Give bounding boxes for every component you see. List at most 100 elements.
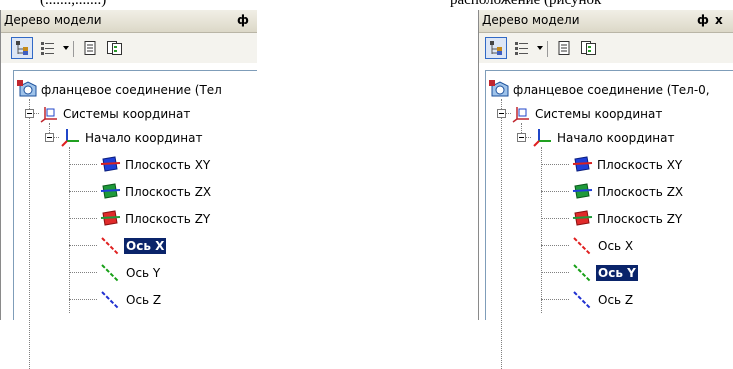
origin-icon <box>61 129 79 147</box>
tree-toolbar <box>1 33 257 63</box>
document-icon <box>84 41 96 55</box>
collapse-icon[interactable] <box>517 133 526 142</box>
tree-filter-button[interactable] <box>37 37 59 59</box>
model-tree: фланцевое соединение (Тел-0, Системы коо… <box>485 70 733 369</box>
tree-line <box>29 99 30 369</box>
plane-xy-icon <box>572 156 593 172</box>
document-list-icon <box>107 41 122 55</box>
pin-icon[interactable]: ф <box>237 13 249 27</box>
tree-node-plane-zy[interactable]: Плоскость ZY <box>571 208 726 230</box>
coordinate-system-icon <box>40 107 57 123</box>
panel-header: Дерево модели ф <box>1 10 257 33</box>
collapse-icon[interactable] <box>25 109 34 118</box>
tree-node-label: Ось Z <box>126 293 162 307</box>
tree-node-label: Ось X <box>598 239 634 253</box>
tree-line <box>69 147 70 313</box>
tree-node-label: Плоскость ZX <box>597 185 684 199</box>
tree-node-axis-y[interactable]: Ось Y <box>99 262 259 284</box>
tree-node-plane-xy[interactable]: Плоскость XY <box>99 154 259 176</box>
document-text-fragment: (.......,.......) расположение (рисунок <box>0 0 733 10</box>
document-list-icon <box>581 41 596 55</box>
tree-line <box>541 191 569 192</box>
tree-node-origin[interactable]: Начало координат <box>59 127 259 149</box>
plane-zx-icon <box>100 183 121 199</box>
tree-line <box>541 272 569 273</box>
tree-line <box>541 147 542 313</box>
plane-zy-icon <box>572 210 593 226</box>
tree-node-label: фланцевое соединение (Тел-0, <box>513 83 710 97</box>
tree-line <box>69 272 97 273</box>
model-tree-panel-right: Дерево модели ф x фланцевое соединение (… <box>478 10 733 369</box>
close-icon[interactable]: x <box>715 13 723 27</box>
tree-node-label: Начало координат <box>557 131 675 145</box>
doc-fragment-middle: расположение (рисунок <box>450 0 602 8</box>
tree-node-axis-z[interactable]: Ось Z <box>571 289 726 311</box>
toolbar-separator <box>73 41 74 57</box>
part-icon <box>489 80 509 97</box>
coordinate-system-icon <box>512 107 529 123</box>
document-list-button[interactable] <box>103 37 125 59</box>
tree-node-label: Системы координат <box>63 107 191 121</box>
tree-line <box>541 299 569 300</box>
tree-node-label: Системы координат <box>535 107 663 121</box>
plane-zx-icon <box>572 183 593 199</box>
tree-node-axis-x[interactable]: Ось X <box>571 235 726 257</box>
tree-node-coordinate-systems[interactable]: Системы координат <box>39 103 259 125</box>
model-tree: фланцевое соединение (Тел Системы коорди… <box>13 70 259 369</box>
tree-node-root[interactable]: фланцевое соединение (Тел-0, <box>489 79 729 101</box>
tree-toolbar <box>479 33 733 63</box>
document-list-button[interactable] <box>577 37 599 59</box>
tree-node-label: фланцевое соединение (Тел <box>41 83 222 97</box>
tree-node-label: Начало координат <box>85 131 203 145</box>
tree-node-plane-zx[interactable]: Плоскость ZX <box>571 181 726 203</box>
origin-icon <box>533 129 551 147</box>
chevron-down-icon[interactable] <box>63 46 69 50</box>
tree-node-label: Плоскость ZY <box>597 212 683 226</box>
tree-structure-icon <box>490 41 502 55</box>
tree-structure-button[interactable] <box>11 37 33 59</box>
tree-filter-icon <box>515 42 528 55</box>
tree-node-plane-xy[interactable]: Плоскость XY <box>571 154 726 176</box>
axis-x-icon <box>101 237 119 255</box>
tree-node-axis-y[interactable]: Ось Y <box>571 262 726 284</box>
tree-node-label: Плоскость ZY <box>125 212 211 226</box>
document-button[interactable] <box>79 37 101 59</box>
panel-title: Дерево модели <box>4 13 102 27</box>
collapse-icon[interactable] <box>497 109 506 118</box>
tree-line <box>501 99 502 369</box>
collapse-icon[interactable] <box>45 133 54 142</box>
plane-xy-icon <box>100 156 121 172</box>
tree-node-origin[interactable]: Начало координат <box>531 127 726 149</box>
tree-node-axis-z[interactable]: Ось Z <box>99 289 259 311</box>
tree-structure-button[interactable] <box>485 37 507 59</box>
tree-node-label: Ось Y <box>126 266 161 280</box>
tree-node-coordinate-systems[interactable]: Системы координат <box>511 103 721 125</box>
doc-fragment-left: (.......,.......) <box>40 0 107 8</box>
tree-node-label: Плоскость XY <box>597 158 683 172</box>
tree-node-label: Плоскость ZX <box>125 185 212 199</box>
tree-node-plane-zx[interactable]: Плоскость ZX <box>99 181 259 203</box>
axis-y-icon <box>101 264 119 282</box>
tree-line <box>69 218 97 219</box>
tree-node-label-selected: Ось Y <box>596 265 638 281</box>
panel-header: Дерево модели ф x <box>479 10 733 33</box>
tree-line <box>541 164 569 165</box>
tree-structure-icon <box>16 41 28 55</box>
pin-icon[interactable]: ф <box>697 13 709 27</box>
tree-node-label: Ось Z <box>598 293 634 307</box>
tree-line <box>69 191 97 192</box>
document-button[interactable] <box>553 37 575 59</box>
tree-line <box>69 164 97 165</box>
tree-node-plane-zy[interactable]: Плоскость ZY <box>99 208 259 230</box>
chevron-down-icon[interactable] <box>537 46 543 50</box>
tree-filter-icon <box>41 42 54 55</box>
model-tree-panel-left: Дерево модели ф фланцевое соединение (Те… <box>0 10 259 369</box>
tree-node-label-selected: Ось X <box>124 238 167 254</box>
tree-filter-button[interactable] <box>511 37 533 59</box>
tree-node-root[interactable]: фланцевое соединение (Тел <box>17 79 257 101</box>
plane-zy-icon <box>100 210 121 226</box>
tree-node-axis-x[interactable]: Ось X <box>99 235 259 257</box>
tree-line <box>541 245 569 246</box>
tree-node-label: Плоскость XY <box>125 158 211 172</box>
tree-line <box>69 299 97 300</box>
